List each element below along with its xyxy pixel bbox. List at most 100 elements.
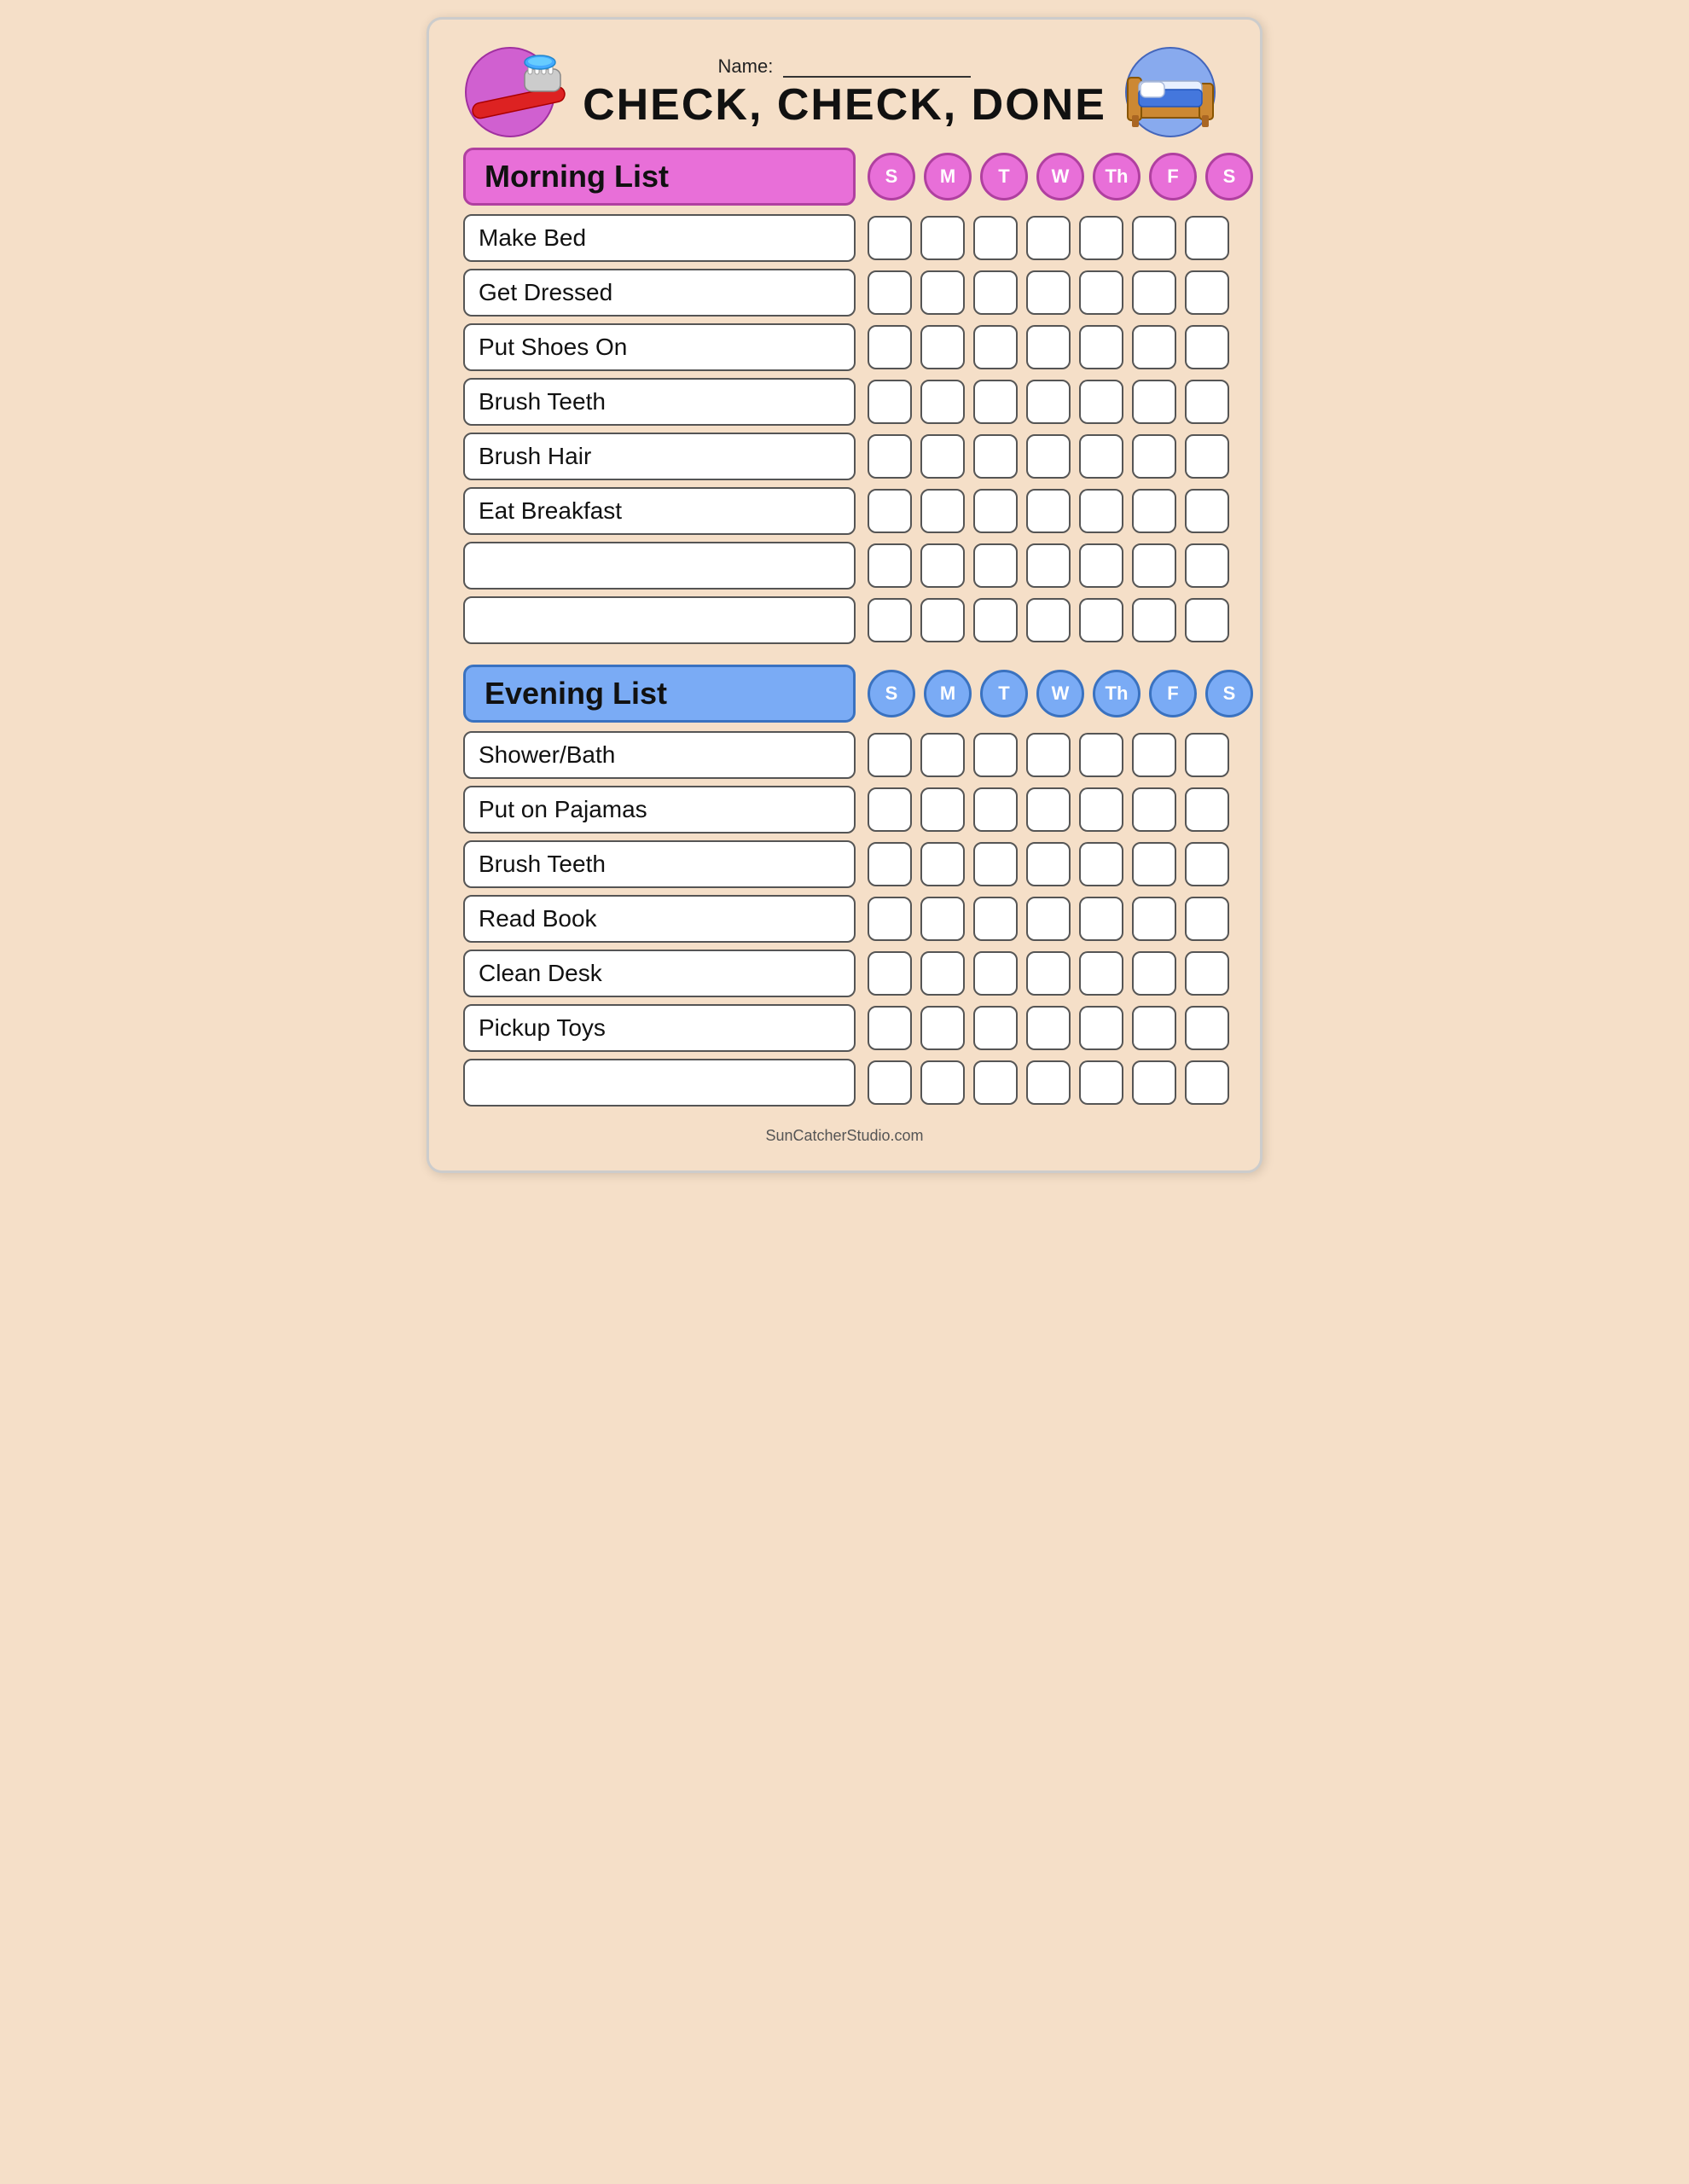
morning-checkbox[interactable] (1079, 270, 1123, 315)
morning-checkbox[interactable] (920, 380, 965, 424)
morning-checkbox[interactable] (1132, 434, 1176, 479)
morning-checkbox[interactable] (868, 489, 912, 533)
evening-checkbox[interactable] (920, 733, 965, 777)
evening-checkbox[interactable] (1132, 733, 1176, 777)
morning-checkbox[interactable] (1079, 598, 1123, 642)
morning-checkbox[interactable] (1026, 380, 1071, 424)
morning-checkbox[interactable] (973, 543, 1018, 588)
morning-checkbox[interactable] (1185, 325, 1229, 369)
morning-checkbox[interactable] (1132, 543, 1176, 588)
morning-checkbox[interactable] (1079, 380, 1123, 424)
evening-checkbox[interactable] (1026, 1006, 1071, 1050)
morning-checkbox[interactable] (1185, 270, 1229, 315)
evening-checkbox[interactable] (973, 1060, 1018, 1105)
morning-checkbox[interactable] (1026, 270, 1071, 315)
evening-checkbox[interactable] (1132, 897, 1176, 941)
evening-checkbox[interactable] (868, 733, 912, 777)
morning-checkbox[interactable] (1026, 598, 1071, 642)
evening-checkbox[interactable] (1079, 1006, 1123, 1050)
morning-checkbox[interactable] (1185, 434, 1229, 479)
morning-checkbox[interactable] (973, 598, 1018, 642)
evening-checkbox[interactable] (1185, 951, 1229, 996)
morning-checkbox[interactable] (920, 270, 965, 315)
evening-checkbox[interactable] (973, 733, 1018, 777)
evening-checkbox[interactable] (868, 1006, 912, 1050)
evening-checkbox[interactable] (1185, 733, 1229, 777)
morning-checkbox[interactable] (1079, 489, 1123, 533)
evening-checkbox[interactable] (1079, 733, 1123, 777)
morning-checkbox[interactable] (1185, 543, 1229, 588)
evening-checkbox[interactable] (1185, 1060, 1229, 1105)
evening-checkbox[interactable] (1026, 842, 1071, 886)
morning-checkbox[interactable] (1026, 434, 1071, 479)
morning-checkbox[interactable] (920, 216, 965, 260)
evening-checkbox[interactable] (920, 842, 965, 886)
evening-checkbox[interactable] (920, 897, 965, 941)
morning-checkbox[interactable] (1132, 270, 1176, 315)
evening-checkbox[interactable] (868, 842, 912, 886)
morning-checkbox[interactable] (973, 380, 1018, 424)
evening-checkbox[interactable] (868, 787, 912, 832)
morning-checkbox[interactable] (920, 325, 965, 369)
morning-checkbox[interactable] (1132, 216, 1176, 260)
evening-checkbox[interactable] (1079, 787, 1123, 832)
morning-checkbox[interactable] (1185, 598, 1229, 642)
evening-checkbox[interactable] (1079, 897, 1123, 941)
morning-checkbox[interactable] (1079, 543, 1123, 588)
evening-checkbox[interactable] (868, 897, 912, 941)
morning-checkbox[interactable] (973, 489, 1018, 533)
evening-checkbox[interactable] (1185, 1006, 1229, 1050)
morning-checkbox[interactable] (1026, 489, 1071, 533)
morning-checkbox[interactable] (868, 598, 912, 642)
evening-checkbox[interactable] (1079, 842, 1123, 886)
morning-checkbox[interactable] (920, 489, 965, 533)
evening-checkbox[interactable] (868, 1060, 912, 1105)
morning-checkbox[interactable] (868, 543, 912, 588)
evening-checkbox[interactable] (1185, 897, 1229, 941)
morning-checkbox[interactable] (1132, 598, 1176, 642)
morning-checkbox[interactable] (973, 216, 1018, 260)
evening-checkbox[interactable] (973, 842, 1018, 886)
morning-checkbox[interactable] (1132, 489, 1176, 533)
evening-checkbox[interactable] (973, 951, 1018, 996)
evening-checkbox[interactable] (1185, 842, 1229, 886)
morning-checkbox[interactable] (1079, 216, 1123, 260)
evening-checkbox[interactable] (920, 1060, 965, 1105)
evening-checkbox[interactable] (1026, 733, 1071, 777)
evening-checkbox[interactable] (1079, 1060, 1123, 1105)
evening-checkbox[interactable] (1185, 787, 1229, 832)
morning-checkbox[interactable] (1026, 216, 1071, 260)
evening-checkbox[interactable] (920, 1006, 965, 1050)
morning-checkbox[interactable] (1026, 325, 1071, 369)
evening-checkbox[interactable] (920, 951, 965, 996)
morning-checkbox[interactable] (1132, 325, 1176, 369)
evening-checkbox[interactable] (1132, 1060, 1176, 1105)
morning-checkbox[interactable] (973, 270, 1018, 315)
evening-checkbox[interactable] (1026, 1060, 1071, 1105)
morning-checkbox[interactable] (920, 434, 965, 479)
morning-checkbox[interactable] (868, 216, 912, 260)
morning-checkbox[interactable] (1185, 380, 1229, 424)
evening-checkbox[interactable] (1026, 897, 1071, 941)
evening-checkbox[interactable] (920, 787, 965, 832)
evening-checkbox[interactable] (973, 787, 1018, 832)
evening-checkbox[interactable] (1026, 787, 1071, 832)
morning-checkbox[interactable] (920, 598, 965, 642)
morning-checkbox[interactable] (868, 270, 912, 315)
morning-checkbox[interactable] (868, 380, 912, 424)
morning-checkbox[interactable] (1185, 489, 1229, 533)
morning-checkbox[interactable] (973, 434, 1018, 479)
evening-checkbox[interactable] (1079, 951, 1123, 996)
morning-checkbox[interactable] (868, 434, 912, 479)
evening-checkbox[interactable] (1132, 951, 1176, 996)
morning-checkbox[interactable] (1132, 380, 1176, 424)
morning-checkbox[interactable] (1026, 543, 1071, 588)
morning-checkbox[interactable] (973, 325, 1018, 369)
evening-checkbox[interactable] (973, 1006, 1018, 1050)
morning-checkbox[interactable] (1079, 434, 1123, 479)
morning-checkbox[interactable] (920, 543, 965, 588)
evening-checkbox[interactable] (1132, 1006, 1176, 1050)
evening-checkbox[interactable] (1132, 842, 1176, 886)
evening-checkbox[interactable] (1026, 951, 1071, 996)
morning-checkbox[interactable] (1185, 216, 1229, 260)
